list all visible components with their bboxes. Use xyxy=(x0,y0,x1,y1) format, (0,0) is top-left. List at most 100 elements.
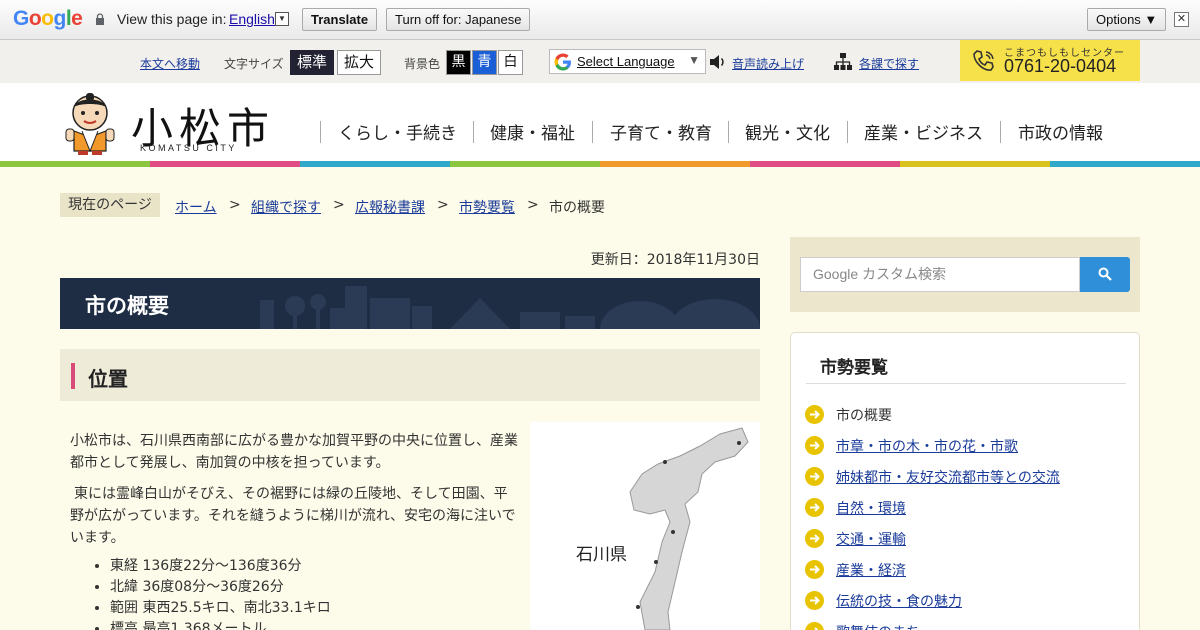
font-size-standard-button[interactable]: 標準 xyxy=(290,50,335,75)
options-button[interactable]: Options ▼ xyxy=(1087,8,1167,31)
find-by-department-link[interactable]: 各課で探す xyxy=(859,55,919,72)
paragraph-1-line-2: 都市として発展し、南加賀の中核を担っています。 xyxy=(70,455,390,471)
language-link[interactable]: English xyxy=(229,11,275,27)
arrow-right-icon xyxy=(805,405,824,424)
sidebar-divider xyxy=(806,383,1126,384)
paragraph-1: 小松市は、石川県西南部に広がる豊かな加賀平野の中央に位置し、産業 都市として発展… xyxy=(70,430,522,474)
page-title-banner: 市の概要 xyxy=(60,278,760,329)
paragraph-1-line-1: 小松市は、石川県西南部に広がる豊かな加賀平野の中央に位置し、産業 xyxy=(70,433,518,449)
speaker-icon xyxy=(710,55,724,69)
section-title: 位置 xyxy=(88,367,128,391)
call-center-number: 0761-20-0404 xyxy=(1004,56,1117,76)
nav-separator xyxy=(592,121,593,143)
paragraph-2-line-3: います。 xyxy=(70,530,125,546)
map-prefecture-label: 石川県 xyxy=(576,545,627,565)
heading-accent-bar xyxy=(71,363,75,389)
sidebar-item-label: 市の概要 xyxy=(836,408,892,424)
site-search-box: Google カスタム検索 xyxy=(790,237,1140,312)
nav-separator xyxy=(728,121,729,143)
page-title: 市の概要 xyxy=(85,294,169,318)
sidebar-item-label[interactable]: 伝統の技・食の魅力 xyxy=(836,591,962,611)
close-icon[interactable]: ✕ xyxy=(1174,12,1189,27)
sidebar-title: 市勢要覧 xyxy=(820,358,888,378)
color-bar-segment xyxy=(300,161,450,167)
arrow-right-icon xyxy=(805,591,824,610)
color-bar-segment xyxy=(600,161,750,167)
breadcrumb-current: 市の概要 xyxy=(549,200,605,216)
nav-city-info[interactable]: 市政の情報 xyxy=(1018,119,1103,144)
site-header: 小松市 KOMATSU CITY くらし・手続き 健康・福祉 子育て・教育 観光… xyxy=(0,83,1200,161)
color-bar-segment xyxy=(150,161,300,167)
color-bar-segment xyxy=(750,161,900,167)
turn-off-button[interactable]: Turn off for: Japanese xyxy=(386,8,531,31)
location-facts-list: 東経 136度22分～136度36分 北緯 36度08分～36度26分 範囲 東… xyxy=(110,556,331,630)
view-page-label: View this page in: xyxy=(117,11,227,27)
translate-button[interactable]: Translate xyxy=(302,8,378,31)
font-size-large-button[interactable]: 拡大 xyxy=(337,50,382,75)
search-icon xyxy=(1098,267,1112,281)
list-item: 標高 最高1,368メートル xyxy=(110,619,331,630)
nav-separator xyxy=(320,121,321,143)
sidebar-item-label[interactable]: 歌舞伎のまち xyxy=(836,622,920,630)
search-button[interactable] xyxy=(1080,257,1130,292)
breadcrumb-separator: > xyxy=(437,197,449,213)
sidebar-item-label[interactable]: 市章・市の木・市の花・市歌 xyxy=(836,436,1018,456)
arrow-right-icon xyxy=(805,560,824,579)
breadcrumb-separator: > xyxy=(527,197,539,213)
sidebar-item-label[interactable]: 産業・経済 xyxy=(836,560,906,580)
list-item: 東経 136度22分～136度36分 xyxy=(110,556,331,577)
breadcrumb-pr-office[interactable]: 広報秘書課 xyxy=(355,197,425,217)
breadcrumb-separator: > xyxy=(333,197,345,213)
updated-date: 更新日：2018年11月30日 xyxy=(590,252,760,268)
sidebar-item-label[interactable]: 交通・運輸 xyxy=(836,529,906,549)
color-bar-segment xyxy=(450,161,600,167)
paragraph-2-line-2: 野が広がっています。それを縫うように梯川が流れ、安宅の海に注いで xyxy=(70,508,516,524)
nav-separator xyxy=(1000,121,1001,143)
nav-separator xyxy=(847,121,848,143)
skip-to-content-link[interactable]: 本文へ移動 xyxy=(140,55,200,72)
section-heading: 位置 xyxy=(60,349,760,401)
bg-black-button[interactable]: 黒 xyxy=(446,50,471,75)
sidebar-item-label[interactable]: 姉妹都市・友好交流都市等との交流 xyxy=(836,467,1060,487)
chevron-down-icon: ▼ xyxy=(688,53,700,67)
breadcrumb-home[interactable]: ホーム xyxy=(175,197,217,217)
read-aloud-link[interactable]: 音声読み上げ xyxy=(732,55,804,72)
paragraph-2: 東には霊峰白山がそびえ、その裾野には緑の丘陵地、そして田園、平 野が広がっていま… xyxy=(70,483,522,549)
sidebar-item-label[interactable]: 自然・環境 xyxy=(836,498,906,518)
nav-childcare[interactable]: 子育て・教育 xyxy=(610,119,712,144)
select-language-dropdown[interactable]: Select Language ▼ xyxy=(549,49,706,74)
bg-white-button[interactable]: 白 xyxy=(498,50,523,75)
breadcrumb-label: 現在のページ xyxy=(60,193,160,217)
call-center-banner[interactable]: こまつもしもしセンター 0761-20-0404 xyxy=(960,40,1140,81)
nav-health[interactable]: 健康・福祉 xyxy=(490,119,575,144)
arrow-right-icon xyxy=(805,467,824,486)
mascot-logo-icon[interactable] xyxy=(62,93,118,155)
ishikawa-map: 石川県 xyxy=(530,422,760,630)
color-bar-segment xyxy=(900,161,1050,167)
list-item: 北緯 36度08分～36度26分 xyxy=(110,577,331,598)
sitemap-icon xyxy=(834,53,852,70)
arrow-right-icon xyxy=(805,529,824,548)
search-input[interactable]: Google カスタム検索 xyxy=(800,257,1080,292)
nav-living[interactable]: くらし・手続き xyxy=(338,119,457,144)
site-logo-subtitle: KOMATSU CITY xyxy=(140,143,237,153)
nav-business[interactable]: 産業・ビジネス xyxy=(864,119,983,144)
google-logo: Google xyxy=(13,7,83,30)
lock-icon xyxy=(96,13,104,25)
google-g-icon xyxy=(554,53,571,71)
sidebar-menu: 市勢要覧 市の概要 市章・市の木・市の花・市歌 姉妹都市・友好交流都市等との交流… xyxy=(790,332,1140,630)
select-language-label: Select Language xyxy=(577,54,675,69)
arrow-right-icon xyxy=(805,622,824,630)
google-translate-bar: Google View this page in: English ▼ Tran… xyxy=(0,0,1200,40)
header-color-bar xyxy=(0,161,1200,167)
arrow-right-icon xyxy=(805,436,824,455)
breadcrumb-organization[interactable]: 組織で探す xyxy=(251,197,321,217)
breadcrumb-separator: > xyxy=(229,197,241,213)
language-dropdown-icon[interactable]: ▼ xyxy=(275,12,289,26)
bg-blue-button[interactable]: 青 xyxy=(472,50,497,75)
arrow-right-icon xyxy=(805,498,824,517)
nav-tourism[interactable]: 観光・文化 xyxy=(745,119,830,144)
color-bar-segment xyxy=(1050,161,1200,167)
breadcrumb-city-overview[interactable]: 市勢要覧 xyxy=(459,197,515,217)
ishikawa-map-image xyxy=(629,427,749,630)
